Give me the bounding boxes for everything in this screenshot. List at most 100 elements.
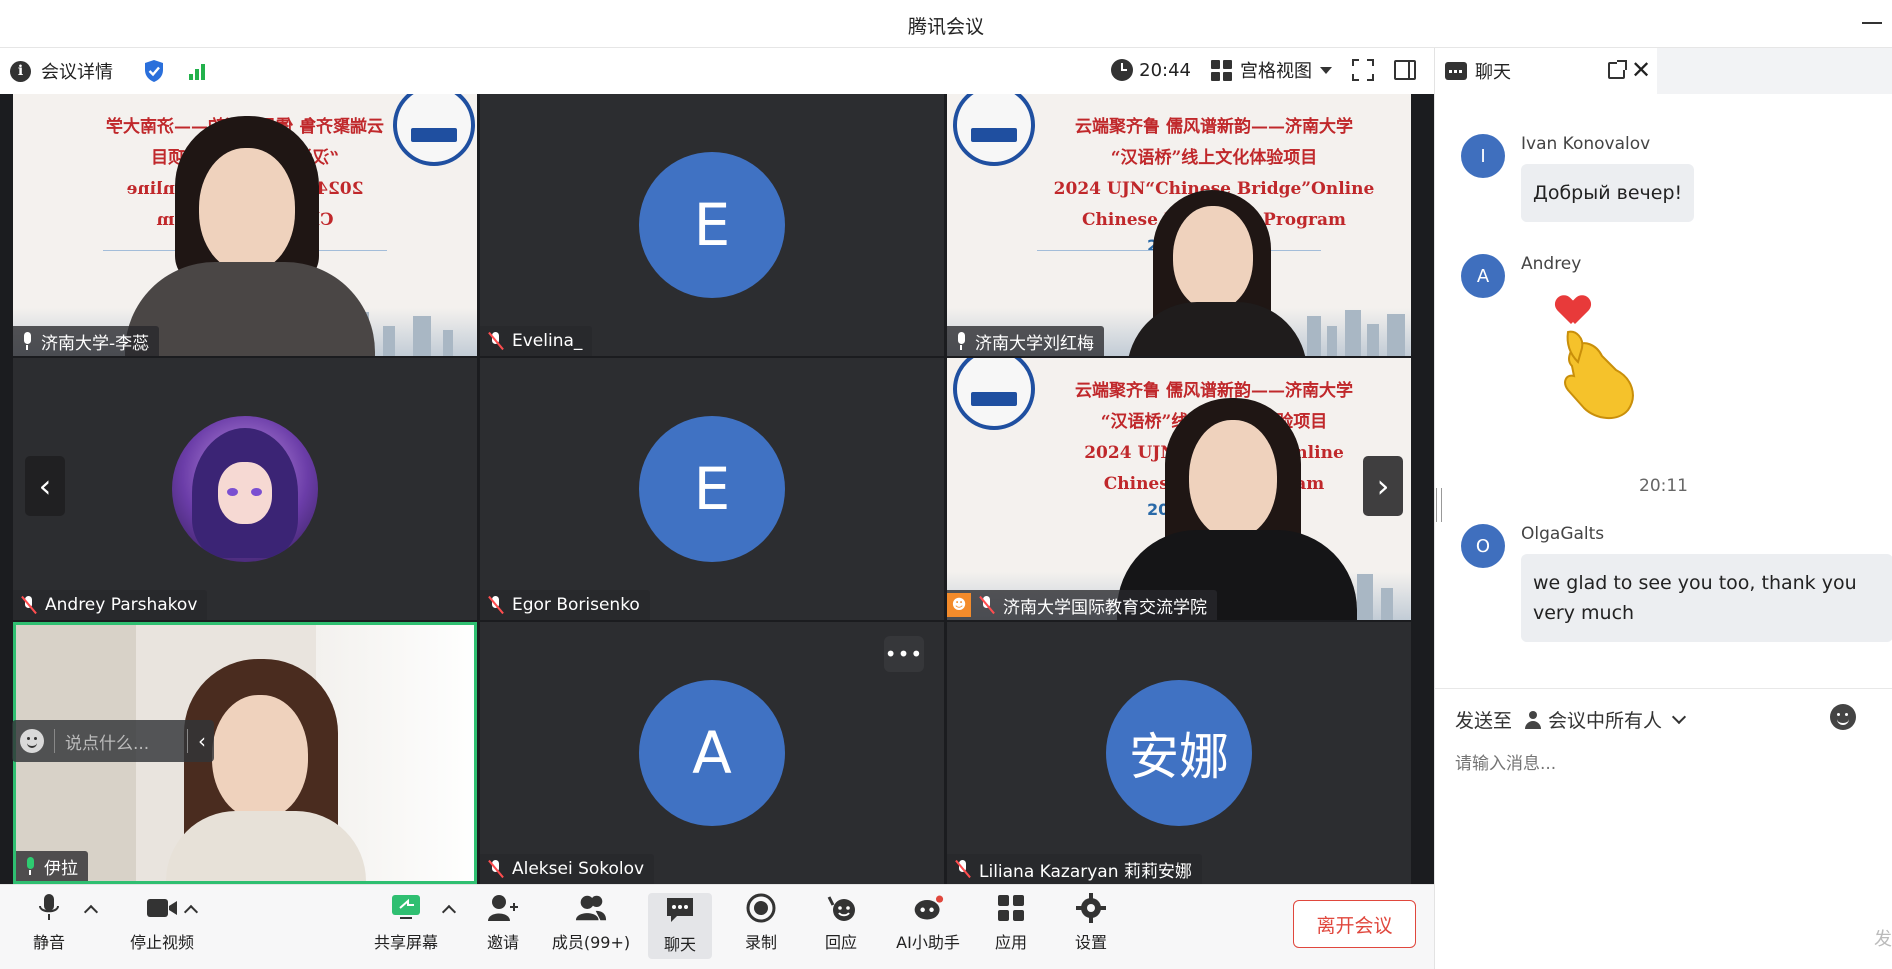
sender-name: OlgaGalts bbox=[1521, 524, 1605, 544]
meeting-details-button[interactable]: 会议详情 bbox=[41, 58, 113, 84]
meeting-window: 腾讯会议 i 会议详情 20:44 宫格视图 云端聚齐鲁 儒风谱新韵——济南大学… bbox=[0, 0, 1892, 969]
react-button[interactable]: 回应 bbox=[806, 893, 876, 953]
video-grid: 云端聚齐鲁 儒风谱新韵——济南大学 “汉语桥 体验项目 2024 UJ ge”O… bbox=[0, 94, 1434, 884]
close-icon[interactable]: ✕ bbox=[1631, 58, 1655, 82]
video-tile[interactable]: 云端聚齐鲁 儒风谱新韵——济南大学 “汉语桥”线 体验项目 2024 UJN“C… bbox=[947, 358, 1411, 620]
mic-on-icon bbox=[955, 332, 967, 350]
camera-icon bbox=[146, 893, 178, 923]
participant-avatar bbox=[172, 416, 318, 562]
participant-avatar: A bbox=[639, 680, 785, 826]
meeting-time: 20:44 bbox=[1139, 59, 1191, 81]
view-mode-label: 宫格视图 bbox=[1240, 61, 1312, 82]
emoji-icon[interactable] bbox=[20, 729, 44, 753]
more-options-button[interactable]: ••• bbox=[884, 636, 924, 672]
mic-speaking-icon bbox=[24, 857, 36, 875]
title-bar: 腾讯会议 bbox=[0, 0, 1892, 48]
apps-icon bbox=[995, 893, 1027, 923]
mic-muted-icon bbox=[488, 860, 504, 878]
members-icon bbox=[575, 893, 607, 923]
mic-muted-icon bbox=[955, 860, 971, 878]
microphone-icon bbox=[33, 893, 65, 923]
info-icon[interactable]: i bbox=[10, 60, 31, 82]
info-bar: i 会议详情 20:44 宫格视图 bbox=[0, 48, 1434, 94]
mic-muted-icon bbox=[488, 596, 504, 614]
mic-muted-icon bbox=[21, 596, 37, 614]
sender-avatar: A bbox=[1461, 254, 1505, 298]
chat-icon bbox=[1445, 62, 1467, 80]
minimize-icon[interactable] bbox=[1862, 22, 1882, 24]
record-button[interactable]: 录制 bbox=[726, 893, 796, 953]
apps-button[interactable]: 应用 bbox=[976, 893, 1046, 953]
participant-name-label: 济南大学刘红梅 bbox=[947, 326, 1104, 356]
chat-icon bbox=[664, 895, 696, 925]
share-screen-icon bbox=[390, 893, 422, 923]
participant-name-label: Aleksei Sokolov bbox=[480, 854, 655, 884]
sender-avatar: O bbox=[1461, 524, 1505, 568]
chat-panel: 聊天 ✕ I Ivan Konovalov Добрый вечер! A An… bbox=[1434, 48, 1892, 969]
host-icon: ☻ bbox=[947, 593, 971, 617]
ai-assistant-icon bbox=[912, 893, 944, 923]
video-tile[interactable]: 安娜 Liliana Kazaryan 莉莉安娜 bbox=[947, 622, 1411, 884]
caret-down-icon bbox=[1320, 66, 1332, 74]
chat-title: 聊天 bbox=[1475, 62, 1511, 83]
participant-name-label: 伊拉 bbox=[16, 851, 88, 881]
prev-page-button[interactable]: ‹ bbox=[25, 456, 65, 516]
participant-name-label: Andrey Parshakov bbox=[13, 590, 208, 620]
resize-handle[interactable] bbox=[1436, 488, 1442, 522]
participant-name-label: ☻ 济南大学国际教育交流学院 bbox=[947, 590, 1217, 620]
quick-chat-bar[interactable]: 说点什么... ‹ bbox=[12, 720, 214, 762]
video-tile[interactable]: Andrey Parshakov bbox=[13, 358, 477, 620]
finger-heart-emoji-icon bbox=[1564, 330, 1634, 419]
view-mode-dropdown[interactable]: 宫格视图 bbox=[1211, 57, 1332, 83]
bottom-toolbar: 静音 停止视频 共享屏幕 邀请 成员(99+) 聊天 录制 回应 AI小助手 应… bbox=[0, 884, 1434, 969]
sidebar-toggle-icon[interactable] bbox=[1394, 60, 1416, 80]
add-user-icon bbox=[487, 893, 519, 923]
ai-assistant-button[interactable]: AI小助手 bbox=[884, 893, 972, 953]
participant-name-label: Egor Borisenko bbox=[480, 590, 650, 620]
gear-icon bbox=[1075, 893, 1107, 923]
fullscreen-icon[interactable] bbox=[1352, 59, 1374, 81]
message-input[interactable] bbox=[1455, 754, 1855, 774]
settings-button[interactable]: 设置 bbox=[1056, 893, 1126, 953]
chat-button[interactable]: 聊天 bbox=[648, 893, 712, 959]
stop-video-button[interactable]: 停止视频 bbox=[114, 893, 210, 953]
share-screen-button[interactable]: 共享屏幕 bbox=[370, 893, 442, 953]
mic-muted-icon bbox=[488, 332, 504, 350]
next-page-button[interactable]: › bbox=[1363, 456, 1403, 516]
grid-view-icon bbox=[1211, 59, 1232, 81]
chat-header: 聊天 ✕ bbox=[1435, 48, 1657, 94]
participant-avatar: E bbox=[639, 152, 785, 298]
video-tile[interactable]: E Evelina_ bbox=[480, 94, 944, 356]
security-shield-icon[interactable] bbox=[143, 59, 165, 83]
share-options-caret[interactable] bbox=[441, 904, 457, 920]
chevron-left-icon[interactable]: ‹ bbox=[198, 729, 206, 753]
participant-avatar: E bbox=[639, 416, 785, 562]
leave-meeting-button[interactable]: 离开会议 bbox=[1293, 900, 1416, 948]
video-tile[interactable]: 云端聚齐鲁 儒风谱新韵——济南大学 “汉语桥”线上文化体验项目 2024 UJN… bbox=[947, 94, 1411, 356]
participant-name-label: Evelina_ bbox=[480, 326, 593, 356]
send-button[interactable]: 发 bbox=[1874, 925, 1892, 951]
mute-button[interactable]: 静音 bbox=[14, 893, 84, 953]
message-bubble: we glad to see you too, thank you very m… bbox=[1521, 554, 1892, 642]
members-button[interactable]: 成员(99+) bbox=[542, 893, 640, 953]
invite-button[interactable]: 邀请 bbox=[468, 893, 538, 953]
popout-icon[interactable] bbox=[1608, 60, 1627, 79]
video-tile[interactable]: 云端聚齐鲁 儒风谱新韵——济南大学 “汉语桥 体验项目 2024 UJ ge”O… bbox=[13, 94, 477, 356]
clock-icon bbox=[1111, 59, 1134, 81]
participant-name-label: Liliana Kazaryan 莉莉安娜 bbox=[947, 854, 1202, 884]
quick-chat-input[interactable]: 说点什么... bbox=[65, 729, 177, 754]
sender-name: Andrey bbox=[1521, 254, 1582, 274]
video-tile[interactable]: A ••• Aleksei Sokolov bbox=[480, 622, 944, 884]
network-signal-icon[interactable] bbox=[189, 62, 205, 80]
participant-name-label: 济南大学-李蕊 bbox=[13, 326, 160, 356]
reaction-icon bbox=[825, 893, 857, 923]
participant-avatar: 安娜 bbox=[1106, 680, 1252, 826]
send-to-selector[interactable]: 发送至 会议中所有人 bbox=[1455, 706, 1687, 733]
mute-options-caret[interactable] bbox=[83, 904, 99, 920]
heart-icon bbox=[1558, 296, 1588, 324]
sender-name: Ivan Konovalov bbox=[1521, 134, 1651, 154]
emoji-picker-icon[interactable] bbox=[1830, 704, 1856, 730]
message-bubble: Добрый вечер! bbox=[1521, 164, 1695, 222]
send-to-target: 会议中所有人 bbox=[1548, 710, 1663, 732]
video-tile[interactable]: E Egor Borisenko bbox=[480, 358, 944, 620]
